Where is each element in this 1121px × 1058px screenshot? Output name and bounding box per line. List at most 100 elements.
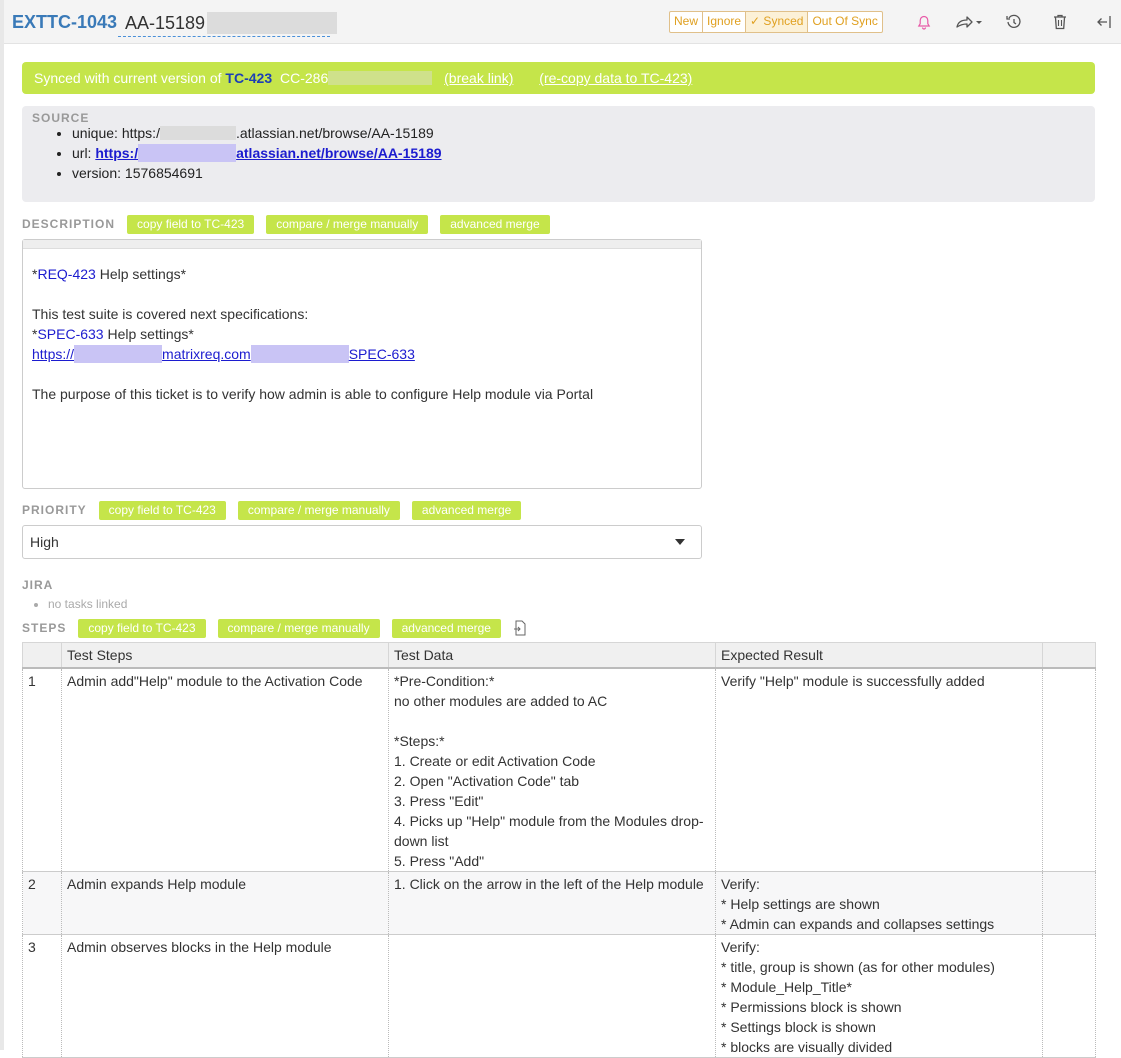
priority-compare-button[interactable]: compare / merge manually — [237, 500, 400, 520]
steps-copy-button[interactable]: copy field to TC-423 — [78, 618, 206, 638]
chevron-down-icon — [675, 539, 685, 545]
sync-target-link[interactable]: TC-423 — [225, 70, 272, 86]
test-step-cell[interactable]: Admin add"Help" module to the Activation… — [61, 668, 389, 872]
description-header: DESCRIPTION copy field to TC-423 compare… — [22, 214, 562, 234]
item-header: EXTTC-1043 AA-15189 New Ignore ✓ Synced … — [4, 0, 1121, 44]
step-number-cell[interactable]: 2 — [22, 871, 62, 935]
steps-label: STEPS — [22, 621, 67, 635]
sync-code: CC-286 — [280, 70, 329, 86]
test-data-cell[interactable]: *Pre-Condition:* no other modules are add… — [388, 668, 716, 872]
col-test-steps: Test Steps — [61, 642, 389, 669]
steps-table: Test Steps Test Data Expected Result 1 Ad… — [22, 642, 1096, 1058]
steps-table-header: Test Steps Test Data Expected Result — [22, 642, 1096, 669]
test-step-cell[interactable]: Admin expands Help module — [61, 871, 389, 935]
editor-toolbar — [23, 240, 701, 249]
steps-header: STEPS copy field to TC-423 compare / mer… — [22, 618, 527, 638]
share-icon[interactable] — [954, 12, 984, 32]
test-data-cell[interactable] — [388, 934, 716, 1058]
title-underline — [118, 36, 330, 37]
cell-line: no other modules are added to AC — [394, 693, 608, 709]
cell-line — [394, 711, 710, 731]
cell-line: Verify "Help" module is successfully add… — [721, 673, 985, 689]
sync-status-group: New Ignore ✓ Synced Out Of Sync — [669, 11, 883, 33]
step-number-cell[interactable]: 3 — [22, 934, 62, 1058]
table-row[interactable]: 2 Admin expands Help module 1. Click on th… — [22, 871, 1096, 935]
source-unique: unique: https:/.atlassian.net/browse/AA-… — [72, 123, 442, 143]
item-id[interactable]: EXTTC-1043 — [12, 12, 117, 33]
trash-icon[interactable] — [1050, 12, 1070, 32]
cell-line: Verify: — [721, 876, 760, 892]
table-row[interactable]: 1 Admin add"Help" module to the Activatio… — [22, 668, 1096, 872]
cell-line: 5. Press "Add" — [394, 853, 485, 869]
source-url-link[interactable]: https:/atlassian.net/browse/AA-15189 — [95, 144, 442, 162]
sync-banner: Synced with current version of TC-423 CC… — [22, 62, 1095, 94]
table-row[interactable]: 3 Admin observes blocks in the Help modul… — [22, 934, 1096, 1058]
cell-line: * Help settings are shown — [721, 896, 880, 912]
spec-url-link[interactable]: https://matrixreq.com SPEC-633 — [32, 345, 415, 363]
steps-advanced-merge-button[interactable]: advanced merge — [391, 618, 501, 638]
expected-result-cell[interactable]: Verify: * title, group is shown (as for o… — [715, 934, 1043, 1058]
priority-value: High — [30, 534, 59, 550]
source-url: url: https:/atlassian.net/browse/AA-1518… — [72, 143, 442, 163]
source-panel: SOURCE unique: https:/.atlassian.net/bro… — [22, 106, 1095, 202]
item-title[interactable]: AA-15189 — [125, 12, 338, 34]
cell-line: 1. Click on the arrow in the left of the… — [394, 876, 704, 892]
bell-icon[interactable] — [914, 12, 934, 32]
cell-line: Verify: — [721, 939, 760, 955]
sync-prefix: Synced with current version of — [34, 70, 222, 86]
cell-line: * title, group is shown (as for other mo… — [721, 959, 995, 975]
jira-task-list: no tasks linked — [28, 597, 127, 611]
test-data-cell[interactable]: 1. Click on the arrow in the left of the… — [388, 871, 716, 935]
description-copy-button[interactable]: copy field to TC-423 — [127, 214, 255, 234]
redacted-host — [159, 126, 236, 140]
left-edge-bar — [0, 0, 4, 1050]
description-text: *REQ-423 Help settings* This test suite … — [32, 266, 594, 402]
step-number-cell[interactable]: 1 — [22, 668, 62, 872]
description-advanced-merge-button[interactable]: advanced merge — [440, 214, 550, 234]
add-file-icon[interactable] — [513, 620, 527, 636]
cell-line: * Module_Help_Title* — [721, 979, 852, 995]
status-new-button[interactable]: New — [670, 12, 704, 32]
source-version: version: 1576854691 — [72, 163, 442, 183]
priority-advanced-merge-button[interactable]: advanced merge — [411, 500, 522, 520]
col-test-data: Test Data — [388, 642, 716, 669]
extra-cell[interactable] — [1042, 668, 1096, 872]
status-synced-button[interactable]: ✓ Synced — [746, 12, 809, 32]
cell-line: * blocks are visually divided — [721, 1039, 893, 1055]
redacted-code — [328, 71, 433, 85]
spec-ref-link[interactable]: SPEC-633 — [37, 326, 103, 342]
source-list: unique: https:/.atlassian.net/browse/AA-… — [50, 123, 442, 183]
extra-cell[interactable] — [1042, 871, 1096, 935]
description-editor[interactable]: *REQ-423 Help settings* This test suite … — [22, 239, 702, 489]
col-expected-result: Expected Result — [715, 642, 1043, 669]
priority-label: PRIORITY — [22, 503, 87, 517]
item-title-text: AA-15189 — [125, 13, 206, 33]
cell-line: 3. Press "Edit" — [394, 793, 484, 809]
priority-select[interactable]: High — [22, 525, 702, 559]
expected-result-cell[interactable]: Verify: * Help settings are shown * Admin … — [715, 871, 1043, 935]
priority-copy-button[interactable]: copy field to TC-423 — [98, 500, 226, 520]
status-ignore-button[interactable]: Ignore — [703, 12, 747, 32]
description-compare-button[interactable]: compare / merge manually — [266, 214, 429, 234]
break-link[interactable]: (break link) — [444, 70, 513, 86]
col-extra — [1042, 642, 1096, 669]
cell-line: down list — [394, 833, 449, 849]
jira-label: JIRA — [22, 578, 54, 592]
status-out-of-sync-button[interactable]: Out Of Sync — [808, 12, 881, 32]
cell-line: 2. Open "Activation Code" tab — [394, 773, 580, 789]
priority-header: PRIORITY copy field to TC-423 compare / … — [22, 500, 533, 520]
history-icon[interactable] — [1004, 12, 1024, 32]
recopy-link[interactable]: (re-copy data to TC-423) — [539, 70, 692, 86]
collapse-icon[interactable] — [1094, 12, 1114, 32]
steps-compare-button[interactable]: compare / merge manually — [217, 618, 380, 638]
expected-result-cell[interactable]: Verify "Help" module is successfully add… — [715, 668, 1043, 872]
cell-line: 4. Picks up "Help" module from the Modul… — [394, 813, 704, 829]
cell-line: * Admin can expands and collapses settin… — [721, 916, 995, 932]
cell-line: *Pre-Condition:* — [394, 673, 495, 689]
cell-line: * Settings block is shown — [721, 1019, 876, 1035]
req-ref-link[interactable]: REQ-423 — [37, 266, 95, 282]
cell-line: * Permissions block is shown — [721, 999, 902, 1015]
cell-line: *Steps:* — [394, 733, 445, 749]
extra-cell[interactable] — [1042, 934, 1096, 1058]
test-step-cell[interactable]: Admin observes blocks in the Help module — [61, 934, 389, 1058]
